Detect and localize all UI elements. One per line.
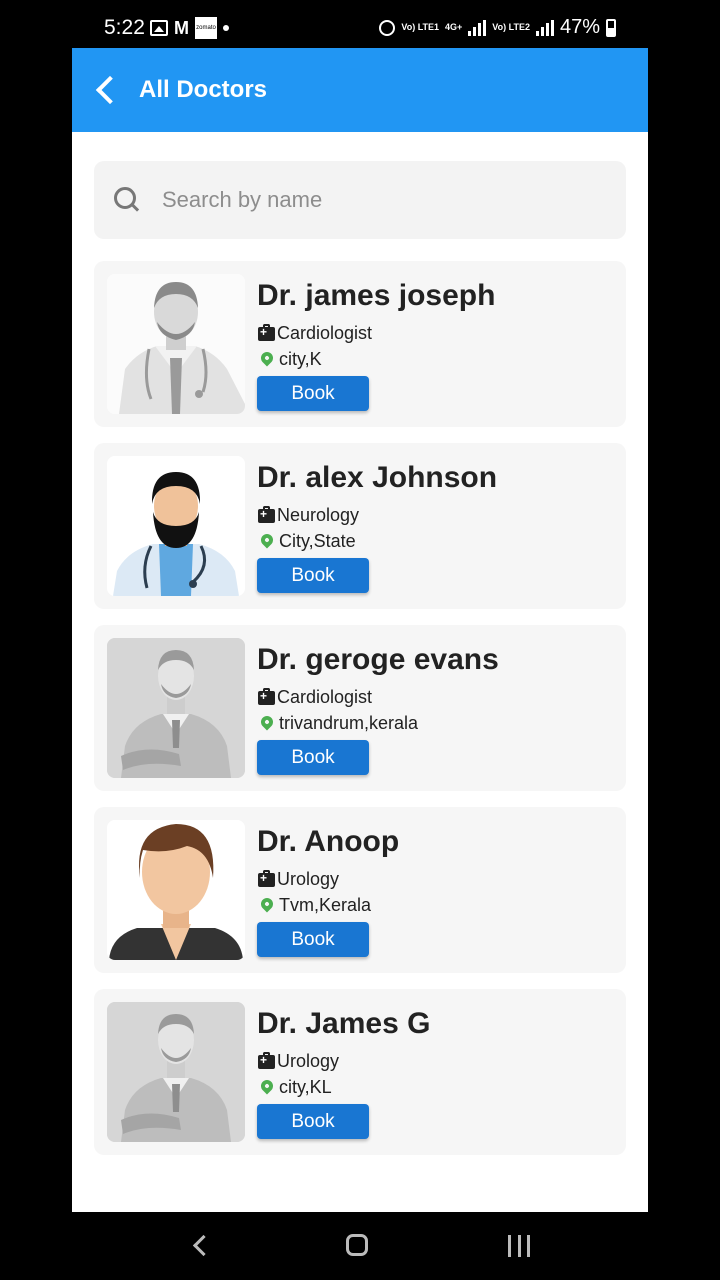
- location-pin-icon: [258, 713, 276, 730]
- doctor-location: Tvm,Kerala: [279, 895, 372, 915]
- doctor-name: Dr. Anoop: [257, 825, 400, 858]
- doctor-specialty: Urology: [277, 1051, 340, 1071]
- doctor-avatar: [107, 274, 245, 414]
- network-type-label: 4G+: [445, 22, 463, 32]
- doctor-location-row: City,State: [258, 531, 356, 552]
- doctor-name: Dr. James G: [257, 1007, 431, 1040]
- search-input[interactable]: [160, 179, 604, 221]
- location-pin-icon: [258, 349, 276, 366]
- medical-bag-icon: [258, 869, 275, 887]
- volte-sim1-label: Vo) LTE1: [401, 22, 440, 32]
- book-button[interactable]: Book: [257, 558, 369, 593]
- search-bar[interactable]: [94, 161, 626, 239]
- nav-back-icon[interactable]: [190, 1234, 210, 1258]
- notification-icons: M zomato: [150, 17, 229, 39]
- book-button[interactable]: Book: [257, 376, 369, 411]
- doctor-location-row: city,K: [258, 349, 322, 370]
- book-button[interactable]: Book: [257, 740, 369, 775]
- doctor-avatar: [107, 1002, 245, 1142]
- location-pin-icon: [258, 531, 276, 548]
- gallery-notification-icon: [150, 20, 168, 36]
- doctor-location-row: city,KL: [258, 1077, 332, 1098]
- doctor-card[interactable]: Dr. geroge evans Cardiologist trivandrum…: [94, 625, 626, 791]
- status-time: 5:22: [104, 16, 145, 39]
- doctor-location: city,KL: [279, 1077, 332, 1097]
- battery-icon: [606, 18, 616, 37]
- location-pin-icon: [258, 1077, 276, 1094]
- doctor-location: trivandrum,kerala: [279, 713, 419, 733]
- doctor-specialty-row: Cardiologist: [258, 687, 372, 708]
- book-button[interactable]: Book: [257, 922, 369, 957]
- doctor-name: Dr. james joseph: [257, 279, 496, 312]
- search-icon: [114, 187, 140, 213]
- doctor-avatar: [107, 456, 245, 596]
- doctor-location-row: trivandrum,kerala: [258, 713, 418, 734]
- doctor-specialty: Neurology: [277, 505, 360, 525]
- medical-bag-icon: [258, 323, 275, 341]
- doctor-specialty-row: Urology: [258, 869, 339, 890]
- doctor-location: City,State: [279, 531, 356, 551]
- medical-bag-icon: [258, 1051, 275, 1069]
- nav-home-icon[interactable]: [346, 1234, 368, 1256]
- battery-percent: 47%: [559, 16, 600, 38]
- doctor-specialty-row: Urology: [258, 1051, 339, 1072]
- doctor-specialty-row: Neurology: [258, 505, 359, 526]
- doctor-specialty: Cardiologist: [277, 687, 373, 707]
- doctor-location: city,K: [279, 349, 322, 369]
- nav-recents-icon[interactable]: [508, 1235, 530, 1257]
- doctor-name: Dr. geroge evans: [257, 643, 499, 676]
- doctor-avatar: [107, 820, 245, 960]
- doctor-card[interactable]: Dr. alex Johnson Neurology City,State Bo…: [94, 443, 626, 609]
- signal-sim1-icon: [468, 19, 487, 36]
- doctor-location-row: Tvm,Kerala: [258, 895, 371, 916]
- doctor-card[interactable]: Dr. James G Urology city,KL Book: [94, 989, 626, 1155]
- book-button[interactable]: Book: [257, 1104, 369, 1139]
- app-screen: All Doctors Search by name Dr. james jos…: [72, 48, 648, 1212]
- zomato-notification-icon: zomato: [195, 17, 217, 39]
- system-nav-bar: [0, 1212, 720, 1280]
- doctor-specialty: Urology: [277, 869, 340, 889]
- alarm-icon: [379, 19, 396, 36]
- doctor-name: Dr. alex Johnson: [257, 461, 498, 494]
- app-bar: All Doctors: [72, 48, 648, 132]
- doctor-specialty-row: Cardiologist: [258, 323, 372, 344]
- doctor-card[interactable]: Dr. Anoop Urology Tvm,Kerala Book: [94, 807, 626, 973]
- signal-sim2-icon: [535, 19, 554, 36]
- page-title: All Doctors: [139, 76, 268, 103]
- status-bar: 5:22 M zomato Vo) LTE1 4G+ Vo) LTE2 47%: [0, 0, 720, 48]
- doctor-avatar: [107, 638, 245, 778]
- doctor-card[interactable]: Dr. james joseph Cardiologist city,K Boo…: [94, 261, 626, 427]
- location-pin-icon: [258, 895, 276, 912]
- doctor-list: Dr. james joseph Cardiologist city,K Boo…: [94, 261, 626, 1171]
- back-arrow-icon[interactable]: [92, 74, 120, 106]
- medical-bag-icon: [258, 687, 275, 705]
- volte-sim2-label: Vo) LTE2: [492, 22, 530, 32]
- medical-bag-icon: [258, 505, 275, 523]
- doctor-specialty: Cardiologist: [277, 323, 373, 343]
- more-notifications-icon: [223, 25, 229, 31]
- system-icons: Vo) LTE1 4G+ Vo) LTE2 47%: [379, 16, 616, 39]
- gmail-notification-icon: M: [174, 18, 189, 38]
